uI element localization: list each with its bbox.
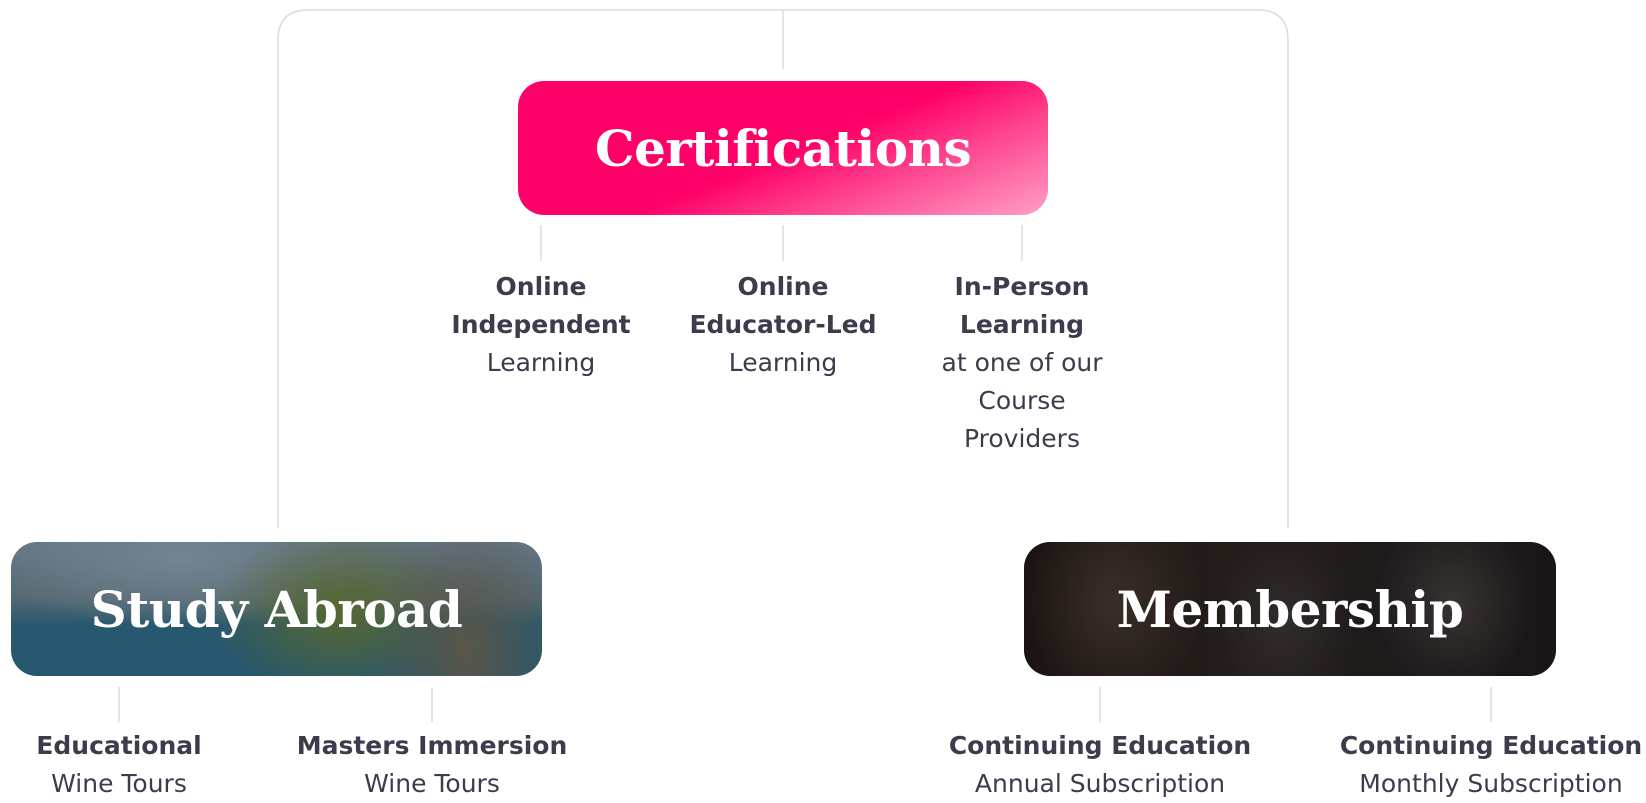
option-light-line: Wine Tours xyxy=(364,769,500,798)
program-diagram: Certifications Online Independent Learni… xyxy=(0,0,1646,799)
option-bold-line: Independent xyxy=(451,310,631,339)
membership-card[interactable]: Membership xyxy=(1024,542,1556,676)
membership-title: Membership xyxy=(1116,579,1464,639)
member-option-annual[interactable]: Continuing Education Annual Subscription xyxy=(949,727,1251,803)
study-option-masters-immersion[interactable]: Masters Immersion Wine Tours xyxy=(297,727,568,803)
option-light-line: Learning xyxy=(728,348,838,377)
option-bold-line: Masters Immersion xyxy=(296,731,568,760)
option-light-line: Learning xyxy=(486,348,596,377)
study-option-educational-tours[interactable]: Educational Wine Tours xyxy=(36,727,201,803)
option-bold-line: Online xyxy=(495,272,587,301)
option-bold-line: Educator-Led xyxy=(689,310,877,339)
option-bold-line: Continuing Education xyxy=(948,731,1252,760)
study-abroad-card[interactable]: Study Abroad xyxy=(11,542,542,676)
option-light-line: Course xyxy=(978,386,1066,415)
option-light-line: Providers xyxy=(964,424,1080,453)
cert-option-online-independent[interactable]: Online Independent Learning xyxy=(451,268,630,382)
option-bold-line: Continuing Education xyxy=(1339,731,1643,760)
cert-option-in-person[interactable]: In-Person Learning at one of our Course … xyxy=(942,268,1103,458)
option-light-line: Wine Tours xyxy=(51,769,187,798)
certifications-card[interactable]: Certifications xyxy=(518,81,1048,215)
option-light-line: at one of our xyxy=(941,348,1103,377)
option-bold-line: Learning xyxy=(959,310,1085,339)
option-light-line: Annual Subscription xyxy=(974,769,1226,798)
cert-option-online-educator-led[interactable]: Online Educator-Led Learning xyxy=(689,268,876,382)
option-bold-line: Online xyxy=(737,272,829,301)
option-bold-line: Educational xyxy=(36,731,202,760)
option-light-line: Monthly Subscription xyxy=(1359,769,1623,798)
option-bold-line: In-Person xyxy=(954,272,1090,301)
certifications-title: Certifications xyxy=(594,118,972,178)
study-abroad-title: Study Abroad xyxy=(90,579,463,639)
member-option-monthly[interactable]: Continuing Education Monthly Subscriptio… xyxy=(1340,727,1642,803)
